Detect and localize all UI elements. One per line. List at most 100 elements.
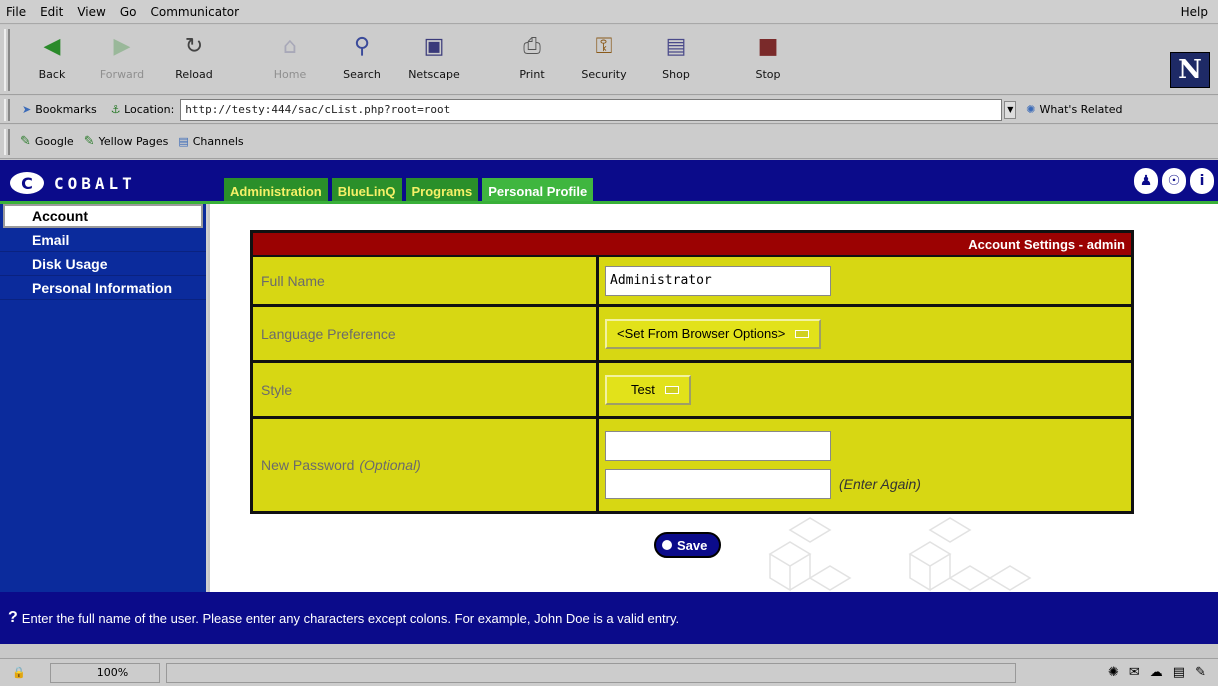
navigation-toolbar: ◀ Back ▶ Forward ↻ Reload ⌂ Home ⚲ Searc…: [0, 25, 1218, 95]
netscape-logo[interactable]: N: [1170, 52, 1210, 88]
help-text: Enter the full name of the user. Please …: [21, 610, 680, 626]
whats-related-button[interactable]: ✺ What's Related: [1026, 103, 1122, 116]
password-label-text: New Password: [261, 457, 355, 473]
security-button[interactable]: ⚿ Security: [570, 31, 638, 89]
location-grip[interactable]: [4, 99, 10, 121]
stop-label: Stop: [755, 68, 781, 81]
composer-icon[interactable]: ✎: [1195, 665, 1206, 680]
full-name-cell: Administrator: [599, 257, 1131, 304]
full-name-row: Full Name Administrator: [253, 257, 1131, 307]
help-question-icon: ?: [8, 609, 18, 626]
menu-view[interactable]: View: [77, 5, 105, 19]
menu-edit[interactable]: Edit: [40, 5, 63, 19]
sidebar: Account Email Disk Usage Personal Inform…: [0, 204, 208, 592]
back-arrow-icon: ◀: [43, 33, 61, 59]
dropdown-indicator-icon: [664, 385, 679, 394]
component-bar: ✺ ✉ ☁ ▤ ✎: [1108, 665, 1206, 680]
bookmark-google-label: Google: [34, 135, 74, 148]
search-button[interactable]: ⚲ Search: [328, 31, 396, 89]
logout-icon[interactable]: ☉: [1162, 168, 1186, 194]
password-label: New Password (Optional): [253, 419, 599, 511]
bookmark-pen-icon: ✎: [20, 134, 31, 149]
dropdown-indicator-icon: [795, 329, 810, 338]
style-cell: Test: [599, 363, 1131, 416]
whats-related-label: What's Related: [1039, 103, 1123, 116]
user-icon[interactable]: ♟: [1134, 168, 1158, 194]
style-select[interactable]: Test: [605, 374, 691, 405]
stop-icon: ■: [757, 33, 779, 59]
address-book-icon[interactable]: ▤: [1173, 665, 1185, 680]
progress-indicator: 100%: [49, 662, 160, 683]
menu-communicator[interactable]: Communicator: [150, 5, 239, 19]
bookmarks-icon: ➤: [22, 103, 32, 116]
security-label: Security: [581, 68, 627, 81]
save-bullet-icon: [662, 540, 672, 550]
language-select[interactable]: <Set From Browser Options>: [605, 318, 822, 349]
search-label: Search: [343, 68, 381, 81]
language-label: Language Preference: [253, 307, 599, 360]
discussion-icon[interactable]: ☁: [1150, 665, 1163, 680]
cobalt-wordmark: COBALT: [54, 173, 136, 193]
sidebar-item-account[interactable]: Account: [3, 204, 203, 228]
padlock-icon: ⚿: [595, 33, 613, 59]
location-url-input[interactable]: http://testy:444/sac/cList.php?root=root: [180, 98, 1003, 121]
confirm-password-field[interactable]: [605, 469, 831, 499]
location-dropdown-icon[interactable]: ▼: [1004, 100, 1017, 119]
print-label: Print: [519, 68, 545, 81]
home-button[interactable]: ⌂ Home: [256, 31, 324, 89]
shop-button[interactable]: ▤ Shop: [642, 31, 710, 89]
sidebar-item-personal-information[interactable]: Personal Information: [0, 276, 206, 300]
bookmarks-button[interactable]: ➤ Bookmarks: [22, 103, 97, 116]
save-button[interactable]: Save: [654, 532, 722, 558]
menu-go[interactable]: Go: [120, 5, 137, 19]
language-select-value: <Set From Browser Options>: [617, 326, 786, 341]
location-label: ⚓ Location:: [111, 103, 175, 116]
forward-button[interactable]: ▶ Forward: [88, 31, 156, 89]
print-button[interactable]: ⎙ Print: [498, 31, 566, 89]
shopping-bag-icon: ▤: [665, 33, 687, 59]
forward-arrow-icon: ▶: [113, 33, 131, 59]
netscape-label: Netscape: [408, 68, 460, 81]
related-icon: ✺: [1026, 103, 1036, 116]
navigator-icon[interactable]: ✺: [1108, 665, 1119, 680]
style-select-value: Test: [631, 382, 655, 397]
menu-file[interactable]: File: [6, 5, 26, 19]
security-status-icon[interactable]: 🔒: [12, 666, 26, 679]
password-optional-note: (Optional): [359, 457, 421, 473]
password-cell: (Enter Again): [599, 419, 1131, 511]
language-row: Language Preference <Set From Browser Op…: [253, 307, 1131, 363]
toolbar-grip[interactable]: [4, 29, 10, 91]
style-row: Style Test: [253, 363, 1131, 419]
info-icon[interactable]: i: [1190, 168, 1214, 194]
cobalt-logo: C COBALT: [10, 172, 136, 194]
cobalt-header: C COBALT Administration BlueLinQ Program…: [0, 160, 1218, 204]
personal-grip[interactable]: [4, 129, 10, 155]
new-password-field[interactable]: [605, 431, 831, 461]
bookmark-channels[interactable]: ▤ Channels: [178, 135, 243, 148]
cube-watermark: [768, 517, 1032, 592]
reload-button[interactable]: ↻ Reload: [160, 31, 228, 89]
location-label-text: Location:: [124, 103, 175, 116]
style-label: Style: [253, 363, 599, 416]
bookmarks-label: Bookmarks: [35, 103, 97, 116]
mail-icon[interactable]: ✉: [1129, 665, 1140, 680]
stop-button[interactable]: ■ Stop: [734, 31, 802, 89]
full-name-label: Full Name: [253, 257, 599, 304]
back-button[interactable]: ◀ Back: [18, 31, 86, 89]
sidebar-item-email[interactable]: Email: [0, 228, 206, 252]
password-row: New Password (Optional) (Enter Again): [253, 419, 1131, 511]
cobalt-logo-icon: C: [10, 172, 44, 194]
menu-help[interactable]: Help: [1181, 5, 1208, 19]
main-content: Account Settings - admin Full Name Admin…: [210, 204, 1218, 592]
full-name-input[interactable]: Administrator: [605, 265, 831, 296]
password-row-1: [605, 431, 1131, 461]
netscape-button[interactable]: ▣ Netscape: [400, 31, 468, 89]
bookmark-pen-icon: ✎: [83, 134, 95, 149]
back-label: Back: [38, 68, 66, 81]
sidebar-item-disk-usage[interactable]: Disk Usage: [0, 252, 206, 276]
bookmark-google[interactable]: ✎ Google: [20, 134, 74, 149]
language-cell: <Set From Browser Options>: [599, 307, 1131, 360]
bookmark-yellow-pages[interactable]: ✎ Yellow Pages: [84, 134, 169, 149]
help-bar: ? Enter the full name of the user. Pleas…: [0, 592, 1218, 644]
account-settings-form: Account Settings - admin Full Name Admin…: [250, 230, 1134, 514]
